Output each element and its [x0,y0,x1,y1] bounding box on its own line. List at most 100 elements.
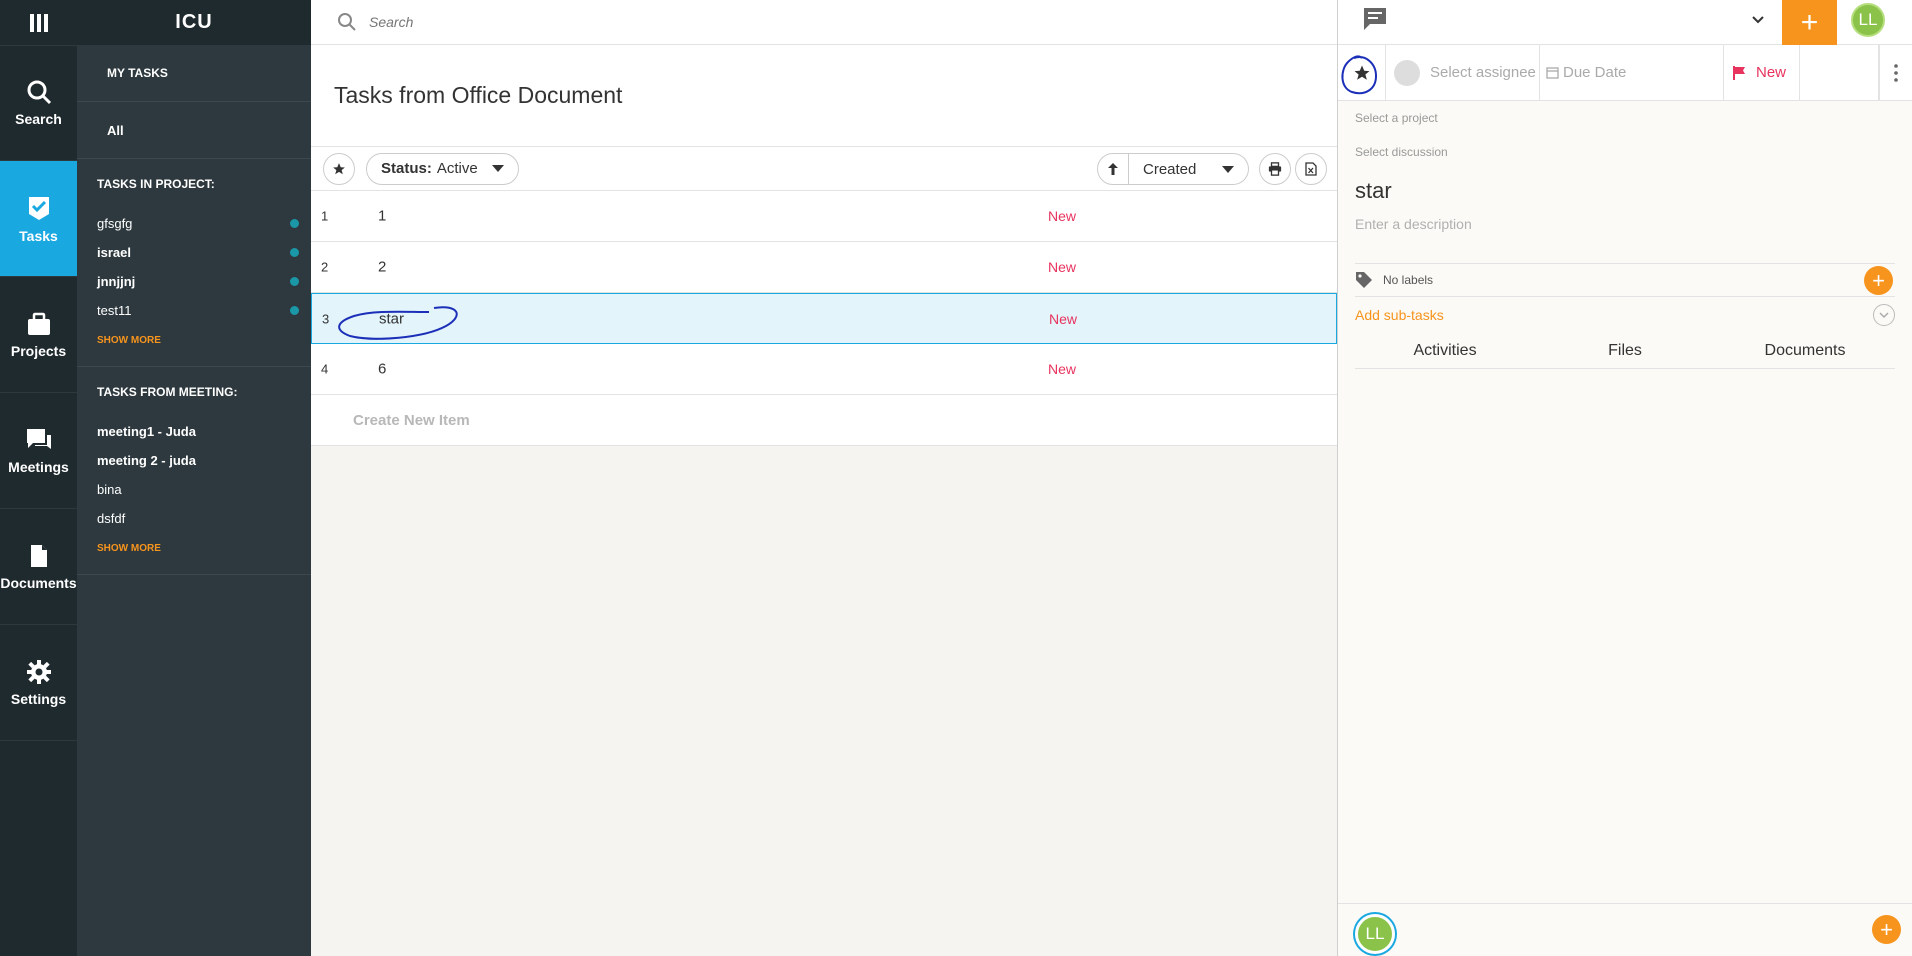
dot-icon [290,248,299,257]
rail-item-label: Documents [0,574,77,591]
chevron-down-icon[interactable] [1873,304,1895,326]
app-brand: ICU [77,0,311,45]
star-filter-button[interactable] [323,152,355,185]
search-input[interactable] [369,14,869,30]
export-excel-button[interactable] [1295,153,1327,185]
sort-control: Created [1097,153,1249,185]
status-filter-dropdown[interactable]: Status: Active [366,152,519,185]
description-field[interactable]: Enter a description [1338,209,1912,239]
flag-icon [1733,65,1745,80]
task-name: 6 [378,360,387,378]
assignee-placeholder: Select assignee [1430,64,1536,81]
rail-item-meetings[interactable]: Meetings [0,393,77,509]
nav-my-tasks[interactable]: MY TASKS [77,45,311,102]
subtasks-row: Add sub-tasks [1355,297,1895,333]
tab-activities[interactable]: Activities [1355,342,1535,360]
nav-project-item[interactable]: test11 [97,296,311,325]
nav-all[interactable]: All [77,102,311,159]
rail-item-search[interactable]: Search [0,45,77,161]
menu-icon[interactable] [0,0,77,45]
tab-files[interactable]: Files [1535,342,1715,360]
task-row[interactable]: 1 1 New [311,191,1337,242]
printer-icon [1268,162,1282,176]
nav-meeting-item[interactable]: meeting1 - Juda [97,417,311,446]
user-placeholder-icon [1394,59,1420,86]
chevron-down-icon [491,165,504,172]
check-icon [28,196,49,220]
detail-tabs: Activities Files Documents [1355,333,1895,369]
excel-file-icon [1305,162,1317,176]
chat-icon[interactable] [1362,6,1388,32]
star-icon [1354,65,1369,80]
avatar[interactable]: LL [1355,914,1395,954]
tag-icon [1356,272,1372,288]
status-select[interactable]: New [1724,45,1800,100]
detail-topbar: + LL [1338,0,1912,45]
rail-item-projects[interactable]: Projects [0,277,77,393]
chat-bubbles-icon [26,428,51,449]
nav-project-item[interactable]: israel [97,238,311,267]
task-list: 1 1 New 2 2 New 3 star New 4 6 New Creat… [311,191,1337,446]
projects-section: TASKS IN PROJECT: gfsgfg israel jnnjjnj … [77,159,311,367]
secondary-nav: ICU MY TASKS All TASKS IN PROJECT: gfsgf… [77,0,311,956]
more-options-button[interactable] [1879,45,1912,100]
project-select[interactable]: Select a project [1338,101,1912,135]
sort-direction-button[interactable] [1097,153,1129,185]
rail-item-label: Tasks [19,227,58,244]
nav-project-item[interactable]: jnnjjnj [97,267,311,296]
star-toggle[interactable] [1338,45,1386,100]
print-button[interactable] [1259,153,1291,185]
task-number: 1 [321,208,329,224]
task-row[interactable]: 2 2 New [311,242,1337,293]
show-more-meetings[interactable]: SHOW MORE [97,543,161,554]
task-row-selected[interactable]: 3 star New [311,293,1337,344]
task-number: 3 [322,311,330,326]
sort-dropdown[interactable]: Created [1129,153,1249,185]
rail-item-label: Projects [10,342,67,359]
search-bar [311,0,1337,45]
create-new-item[interactable]: Create New Item [311,395,1337,446]
calendar-icon [1546,67,1559,79]
filter-bar: Status: Active Created [311,147,1337,191]
due-date-placeholder: Due Date [1563,64,1627,81]
task-number: 2 [321,259,329,275]
task-detail-panel: + LL Select assignee Due Date New Select… [1337,0,1912,956]
rail-item-tasks[interactable]: Tasks [0,161,77,277]
task-name: star [379,310,405,327]
discussion-select[interactable]: Select discussion [1338,135,1912,169]
nav-meeting-item[interactable]: meeting 2 - juda [97,446,311,475]
nav-project-item[interactable]: gfsgfg [97,209,311,238]
gear-icon [26,659,51,684]
add-label-button[interactable]: + [1864,266,1893,295]
rail-item-settings[interactable]: Settings [0,625,77,741]
avatar[interactable]: LL [1851,3,1885,37]
due-date-picker[interactable]: Due Date [1540,45,1724,100]
nav-meeting-item[interactable]: bina [97,475,311,504]
task-row[interactable]: 4 6 New [311,344,1337,395]
projects-heading: TASKS IN PROJECT: [97,177,215,191]
add-subtasks-link[interactable]: Add sub-tasks [1355,307,1444,323]
tab-documents[interactable]: Documents [1715,342,1895,360]
rail-item-documents[interactable]: Documents [0,509,77,625]
arrow-up-icon [1108,163,1118,175]
task-title[interactable]: star [1338,173,1912,209]
chevron-down-icon[interactable] [1751,13,1765,27]
show-more-projects[interactable]: SHOW MORE [97,335,161,346]
task-status: New [1049,310,1078,327]
page-header: Tasks from Office Document [311,45,1337,147]
add-button[interactable]: + [1782,0,1837,45]
meetings-heading: TASKS FROM MEETING: [97,385,238,399]
more-vertical-icon [1894,63,1898,82]
main-content: Tasks from Office Document Status: Activ… [311,0,1337,956]
detail-footer: LL + [1338,903,1912,956]
task-status: New [1048,208,1077,224]
dot-icon [290,277,299,286]
assignee-select[interactable]: Select assignee [1386,45,1540,100]
nav-meeting-item[interactable]: dsfdf [97,504,311,533]
labels-value: No labels [1383,273,1434,287]
add-activity-button[interactable]: + [1872,915,1901,944]
status-filter-key: Status: [381,160,432,177]
rail-item-label: Search [15,111,62,127]
search-icon [338,13,356,31]
task-status: New [1048,361,1077,377]
